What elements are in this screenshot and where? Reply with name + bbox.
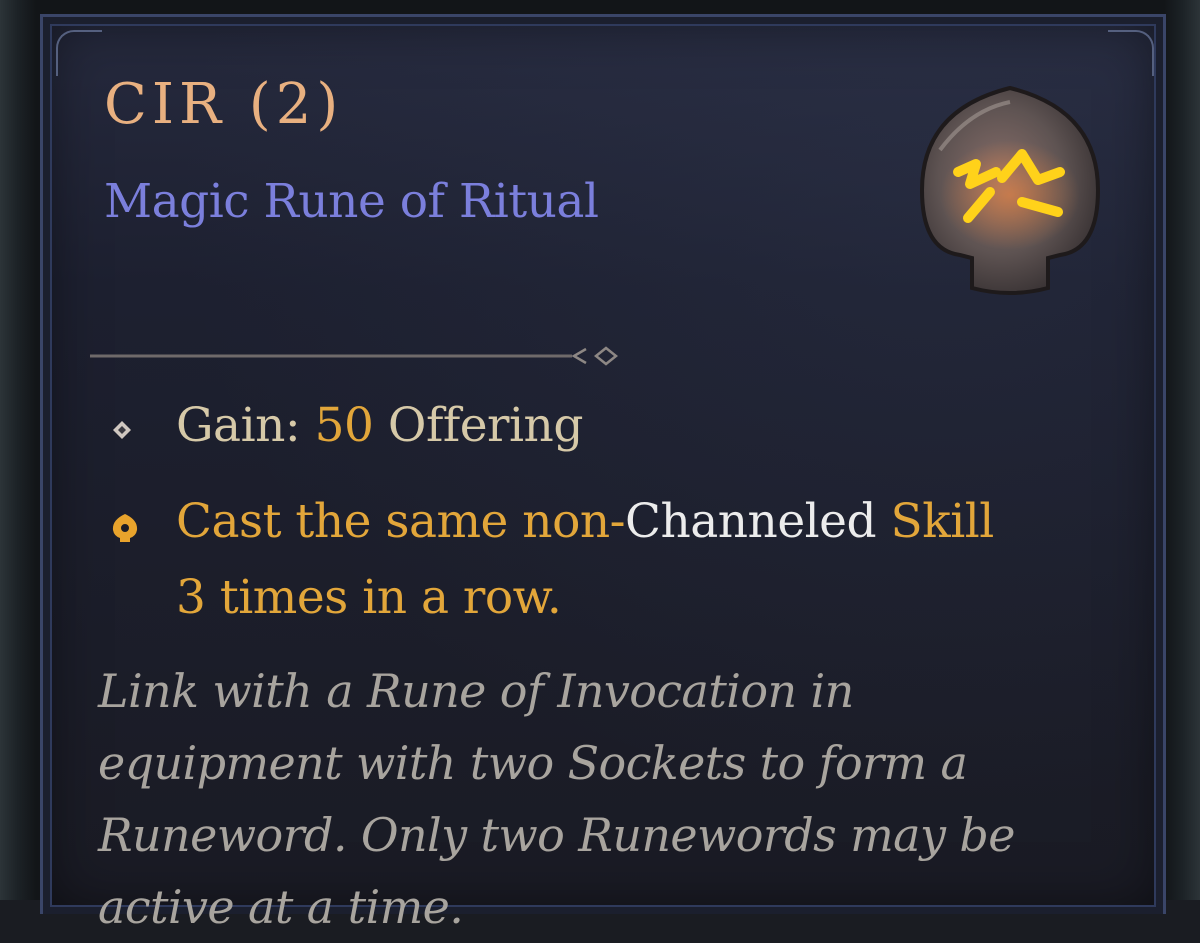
item-rarity-type: Magic Rune of Ritual (104, 174, 599, 229)
item-name: CIR (2) (104, 72, 344, 137)
panel-corner-ornament (56, 30, 102, 76)
gold-gem-bullet-icon (112, 514, 138, 542)
condition-keyword: Channeled (625, 494, 877, 549)
rune-icon (919, 85, 1101, 295)
condition-text-3: 3 times in a row. (176, 570, 562, 625)
stat-line-gain: Gain: 50 Offering (110, 398, 583, 453)
condition-text-2: Skill (876, 494, 995, 549)
gain-value: 50 (314, 398, 374, 453)
diamond-bullet-icon (113, 421, 131, 439)
gain-unit: Offering (373, 398, 584, 453)
stat-line-condition: Cast the same non-Channeled Skill 3 time… (110, 484, 1100, 636)
panel-corner-ornament (1108, 30, 1154, 76)
gain-label: Gain: (176, 398, 315, 453)
condition-text-1: Cast the same non- (176, 494, 626, 549)
ornamental-divider (90, 346, 619, 366)
